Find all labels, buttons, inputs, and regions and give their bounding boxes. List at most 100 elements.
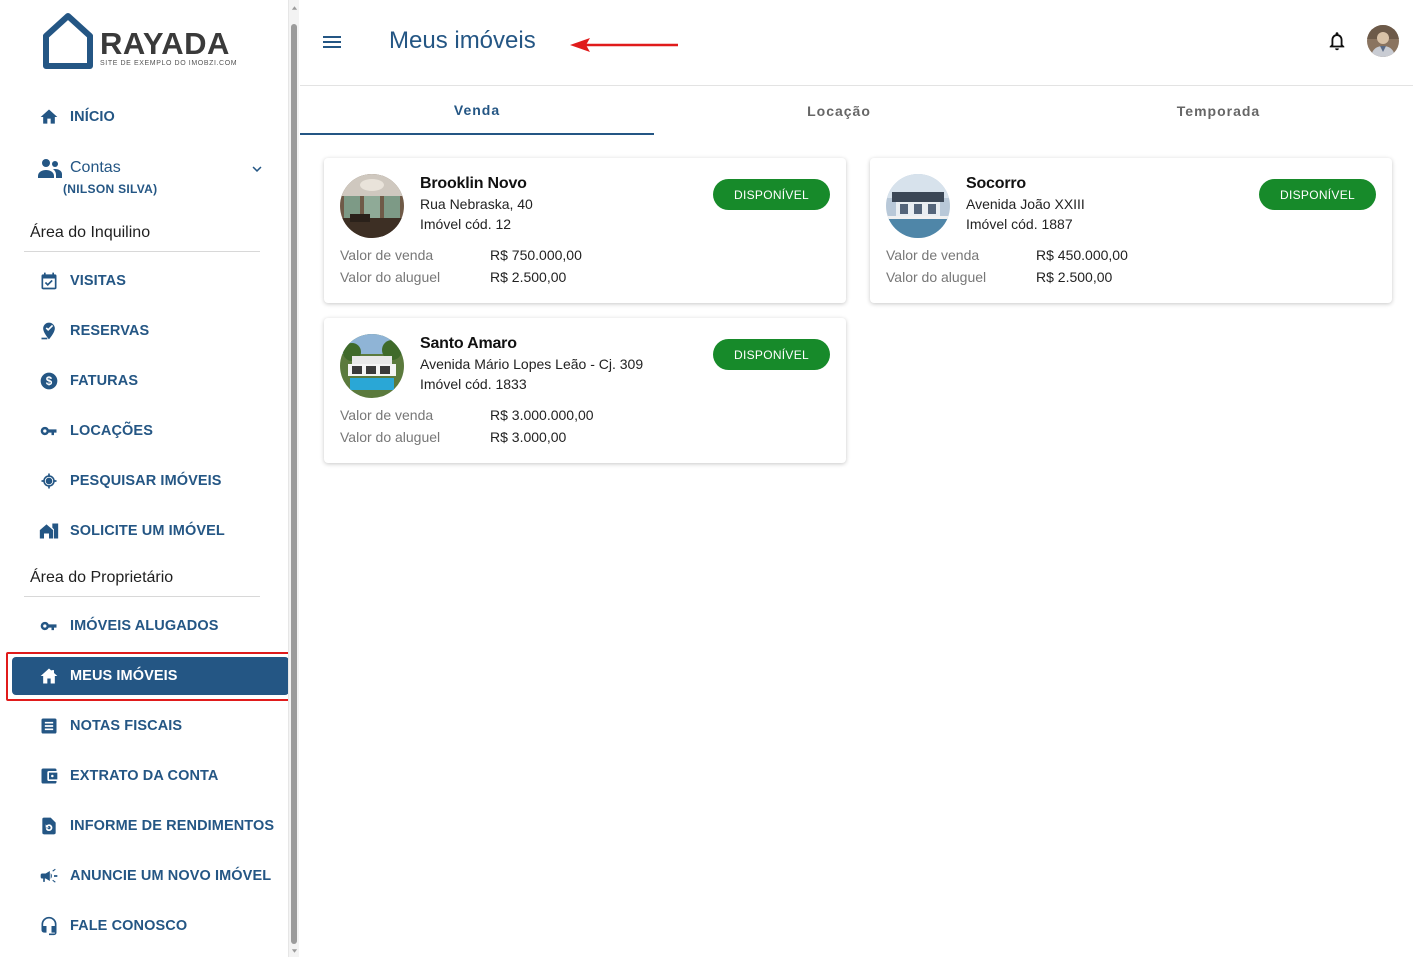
tabs: Venda Locação Temporada bbox=[300, 87, 1413, 135]
logo[interactable]: RAYADA SITE DE EXEMPLO DO IMOBZI.COM bbox=[42, 12, 242, 72]
accounts-menu[interactable]: Contas (NILSON SILVA) bbox=[12, 150, 272, 210]
nav-informe-rendimentos[interactable]: INFORME DE RENDIMENTOS bbox=[12, 806, 289, 846]
accounts-label: Contas bbox=[70, 159, 121, 176]
divider bbox=[24, 251, 260, 252]
top-bar: Meus imóveis bbox=[300, 0, 1413, 86]
chevron-down-icon[interactable] bbox=[248, 160, 266, 178]
section-tenant: Área do Inquilino bbox=[30, 224, 151, 241]
nav-extrato-conta-label: EXTRATO DA CONTA bbox=[70, 768, 219, 784]
people-icon bbox=[38, 157, 62, 179]
notifications-button[interactable] bbox=[1326, 30, 1350, 54]
property-card[interactable]: Santo Amaro Avenida Mário Lopes Leão - C… bbox=[324, 318, 846, 463]
sidebar: RAYADA SITE DE EXEMPLO DO IMOBZI.COM INÍ… bbox=[0, 0, 294, 957]
calendar-check-icon bbox=[38, 270, 60, 292]
tab-venda[interactable]: Venda bbox=[300, 87, 654, 135]
nav-notas-fiscais[interactable]: NOTAS FISCAIS bbox=[12, 706, 289, 746]
scroll-up-arrow-icon[interactable] bbox=[291, 4, 298, 12]
property-address: Avenida João XXIII bbox=[966, 196, 1085, 212]
page-title: Meus imóveis bbox=[389, 27, 536, 54]
rent-price-value: R$ 2.500,00 bbox=[490, 269, 567, 285]
status-badge[interactable]: DISPONÍVEL bbox=[1259, 179, 1376, 210]
nav-faturas-label: FATURAS bbox=[70, 373, 139, 389]
rent-price-label: Valor do aluguel bbox=[340, 269, 441, 285]
user-photo-icon bbox=[1367, 25, 1399, 57]
property-address: Rua Nebraska, 40 bbox=[420, 196, 533, 212]
house-logo-icon bbox=[43, 13, 93, 69]
avatar[interactable] bbox=[1367, 25, 1399, 57]
nav-inicio[interactable]: INÍCIO bbox=[12, 97, 289, 137]
status-badge[interactable]: DISPONÍVEL bbox=[713, 339, 830, 370]
megaphone-icon bbox=[38, 865, 60, 887]
nav-extrato-conta[interactable]: EXTRATO DA CONTA bbox=[12, 756, 289, 796]
pool-house-photo-icon bbox=[340, 334, 404, 398]
pin-check-icon bbox=[38, 320, 60, 342]
property-card[interactable]: Socorro Avenida João XXIII Imóvel cód. 1… bbox=[870, 158, 1392, 303]
sale-price-value: R$ 3.000.000,00 bbox=[490, 407, 594, 423]
property-name: Socorro bbox=[966, 175, 1026, 192]
logo-name: RAYADA bbox=[100, 26, 230, 61]
nav-meus-imoveis[interactable]: MEUS IMÓVEIS bbox=[12, 657, 289, 695]
key-icon bbox=[38, 420, 60, 442]
rent-price-value: R$ 2.500,00 bbox=[1036, 269, 1113, 285]
svg-text:$: $ bbox=[46, 375, 53, 388]
rent-price-label: Valor do aluguel bbox=[340, 429, 441, 445]
nav-visitas-label: VISITAS bbox=[70, 273, 127, 289]
scroll-down-arrow-icon[interactable] bbox=[291, 947, 298, 955]
nav-reservas[interactable]: RESERVAS bbox=[12, 311, 289, 351]
nav-notas-fiscais-label: NOTAS FISCAIS bbox=[70, 718, 183, 734]
exterior-photo-icon bbox=[886, 174, 950, 238]
nav-imoveis-alugados-label: IMÓVEIS ALUGADOS bbox=[70, 618, 219, 634]
document-icon bbox=[38, 715, 60, 737]
crosshair-icon bbox=[38, 470, 60, 492]
nav-inicio-label: INÍCIO bbox=[70, 109, 115, 125]
property-address: Avenida Mário Lopes Leão - Cj. 309 bbox=[420, 356, 644, 372]
nav-fale-conosco[interactable]: FALE CONOSCO bbox=[12, 906, 289, 946]
nav-solicite-imovel-label: SOLICITE UM IMÓVEL bbox=[70, 523, 225, 539]
property-photo bbox=[340, 174, 404, 238]
home-icon bbox=[38, 106, 60, 128]
property-name: Brooklin Novo bbox=[420, 175, 527, 192]
nav-pesquisar-imoveis[interactable]: PESQUISAR IMÓVEIS bbox=[12, 461, 289, 501]
property-card[interactable]: Brooklin Novo Rua Nebraska, 40 Imóvel có… bbox=[324, 158, 846, 303]
menu-toggle-button[interactable] bbox=[320, 30, 344, 54]
nav-imoveis-alugados[interactable]: IMÓVEIS ALUGADOS bbox=[12, 606, 289, 646]
rent-price-label: Valor do aluguel bbox=[886, 269, 987, 285]
property-name: Santo Amaro bbox=[420, 335, 517, 352]
sidebar-scrollbar[interactable] bbox=[288, 0, 299, 957]
wallet-icon bbox=[38, 765, 60, 787]
key-icon bbox=[38, 615, 60, 637]
tab-locacao[interactable]: Locação bbox=[654, 87, 1024, 135]
property-code: Imóvel cód. 1833 bbox=[420, 376, 527, 392]
property-code: Imóvel cód. 1887 bbox=[966, 216, 1073, 232]
nav-visitas[interactable]: VISITAS bbox=[12, 261, 289, 301]
bell-icon bbox=[1329, 32, 1345, 51]
sale-price-label: Valor de venda bbox=[886, 247, 980, 263]
scroll-thumb[interactable] bbox=[291, 24, 297, 944]
hamburger-icon bbox=[323, 36, 341, 48]
nav-faturas[interactable]: $ FATURAS bbox=[12, 361, 289, 401]
logo-tagline: SITE DE EXEMPLO DO IMOBZI.COM bbox=[100, 60, 238, 67]
sale-price-label: Valor de venda bbox=[340, 407, 434, 423]
nav-fale-conosco-label: FALE CONOSCO bbox=[70, 918, 188, 934]
sale-price-value: R$ 450.000,00 bbox=[1036, 247, 1128, 263]
nav-solicite-imovel[interactable]: SOLICITE UM IMÓVEL bbox=[12, 511, 289, 551]
nav-anuncie-imovel-label: ANUNCIE UM NOVO IMÓVEL bbox=[70, 868, 272, 884]
rent-price-value: R$ 3.000,00 bbox=[490, 429, 567, 445]
dollar-circle-icon: $ bbox=[38, 370, 60, 392]
property-photo bbox=[886, 174, 950, 238]
status-badge[interactable]: DISPONÍVEL bbox=[713, 179, 830, 210]
accounts-user: (NILSON SILVA) bbox=[63, 182, 158, 196]
house-request-icon bbox=[38, 520, 60, 542]
nav-anuncie-imovel[interactable]: ANUNCIE UM NOVO IMÓVEL bbox=[12, 856, 289, 896]
sale-price-value: R$ 750.000,00 bbox=[490, 247, 582, 263]
interior-photo-icon bbox=[340, 174, 404, 238]
sale-price-label: Valor de venda bbox=[340, 247, 434, 263]
nav-locacoes[interactable]: LOCAÇÕES bbox=[12, 411, 289, 451]
tab-temporada[interactable]: Temporada bbox=[1024, 87, 1413, 135]
refresh-doc-icon bbox=[38, 815, 60, 837]
property-photo bbox=[340, 334, 404, 398]
nav-pesquisar-imoveis-label: PESQUISAR IMÓVEIS bbox=[70, 473, 222, 489]
home-icon bbox=[38, 665, 60, 687]
nav-locacoes-label: LOCAÇÕES bbox=[70, 423, 153, 439]
nav-reservas-label: RESERVAS bbox=[70, 323, 150, 339]
